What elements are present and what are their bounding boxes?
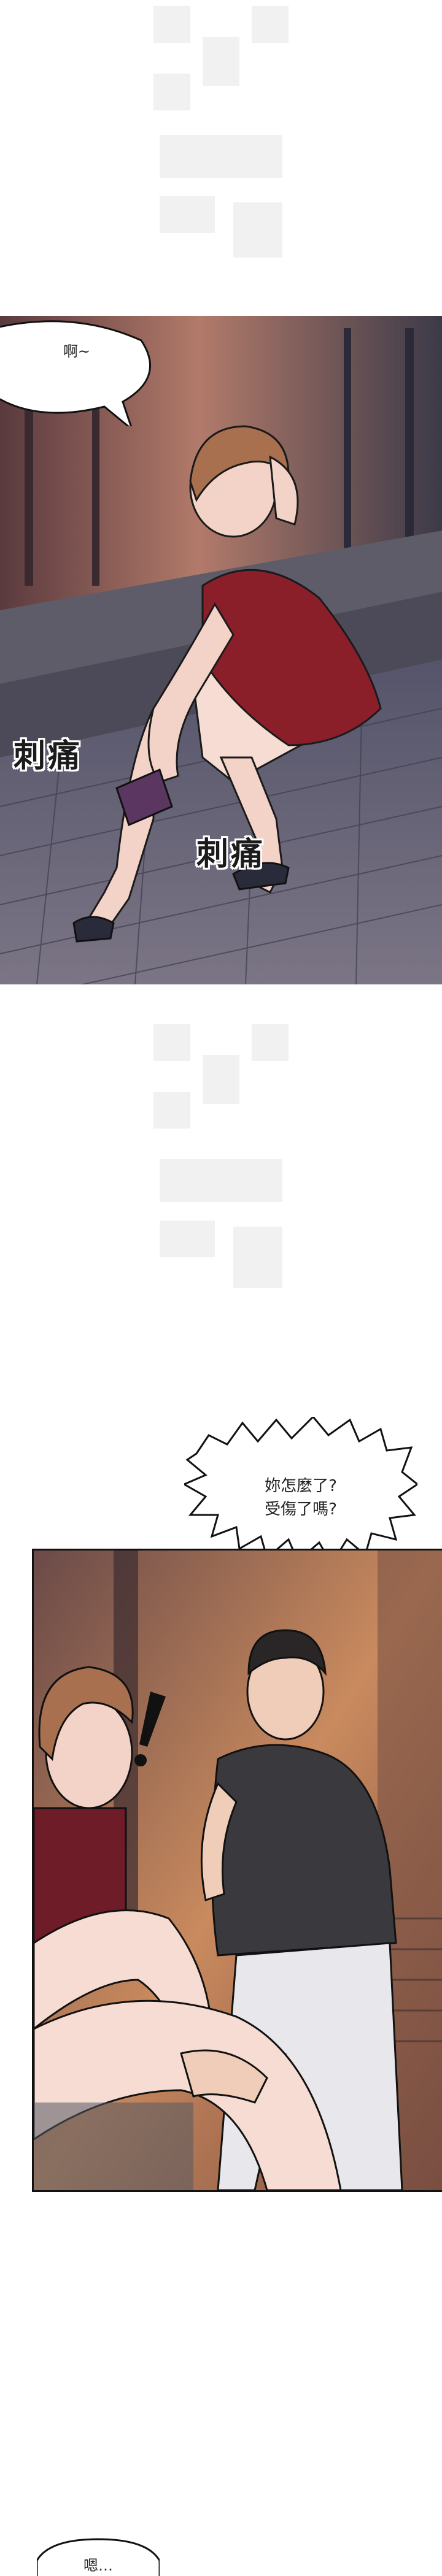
speech-bubble-question: 妳怎麼了? 受傷了嗎? [184, 1417, 417, 1570]
speech-text: 啊~ [63, 343, 91, 360]
comic-panel-3: 嗯… [0, 2536, 442, 2576]
comic-panel-1: 啊~ 刺痛 刺痛 [0, 316, 442, 984]
watermark-top [141, 0, 301, 282]
watermark-middle [141, 1018, 301, 1325]
speech-text-hmm: 嗯… [83, 2557, 113, 2574]
speech-line-2: 受傷了嗎? [265, 1500, 337, 1519]
sfx-sting-right: 刺痛 [196, 836, 266, 873]
speech-bubble-ah: 啊~ [0, 316, 153, 426]
speech-bubble-hmm: 嗯… [37, 2536, 160, 2576]
exclamation-mark-icon [134, 1692, 166, 1766]
comic-panel-2 [32, 1549, 442, 2192]
sfx-sting-left: 刺痛 [14, 738, 83, 775]
speech-line-1: 妳怎麼了? [265, 1477, 337, 1495]
panel-2-artwork [34, 1551, 442, 2190]
